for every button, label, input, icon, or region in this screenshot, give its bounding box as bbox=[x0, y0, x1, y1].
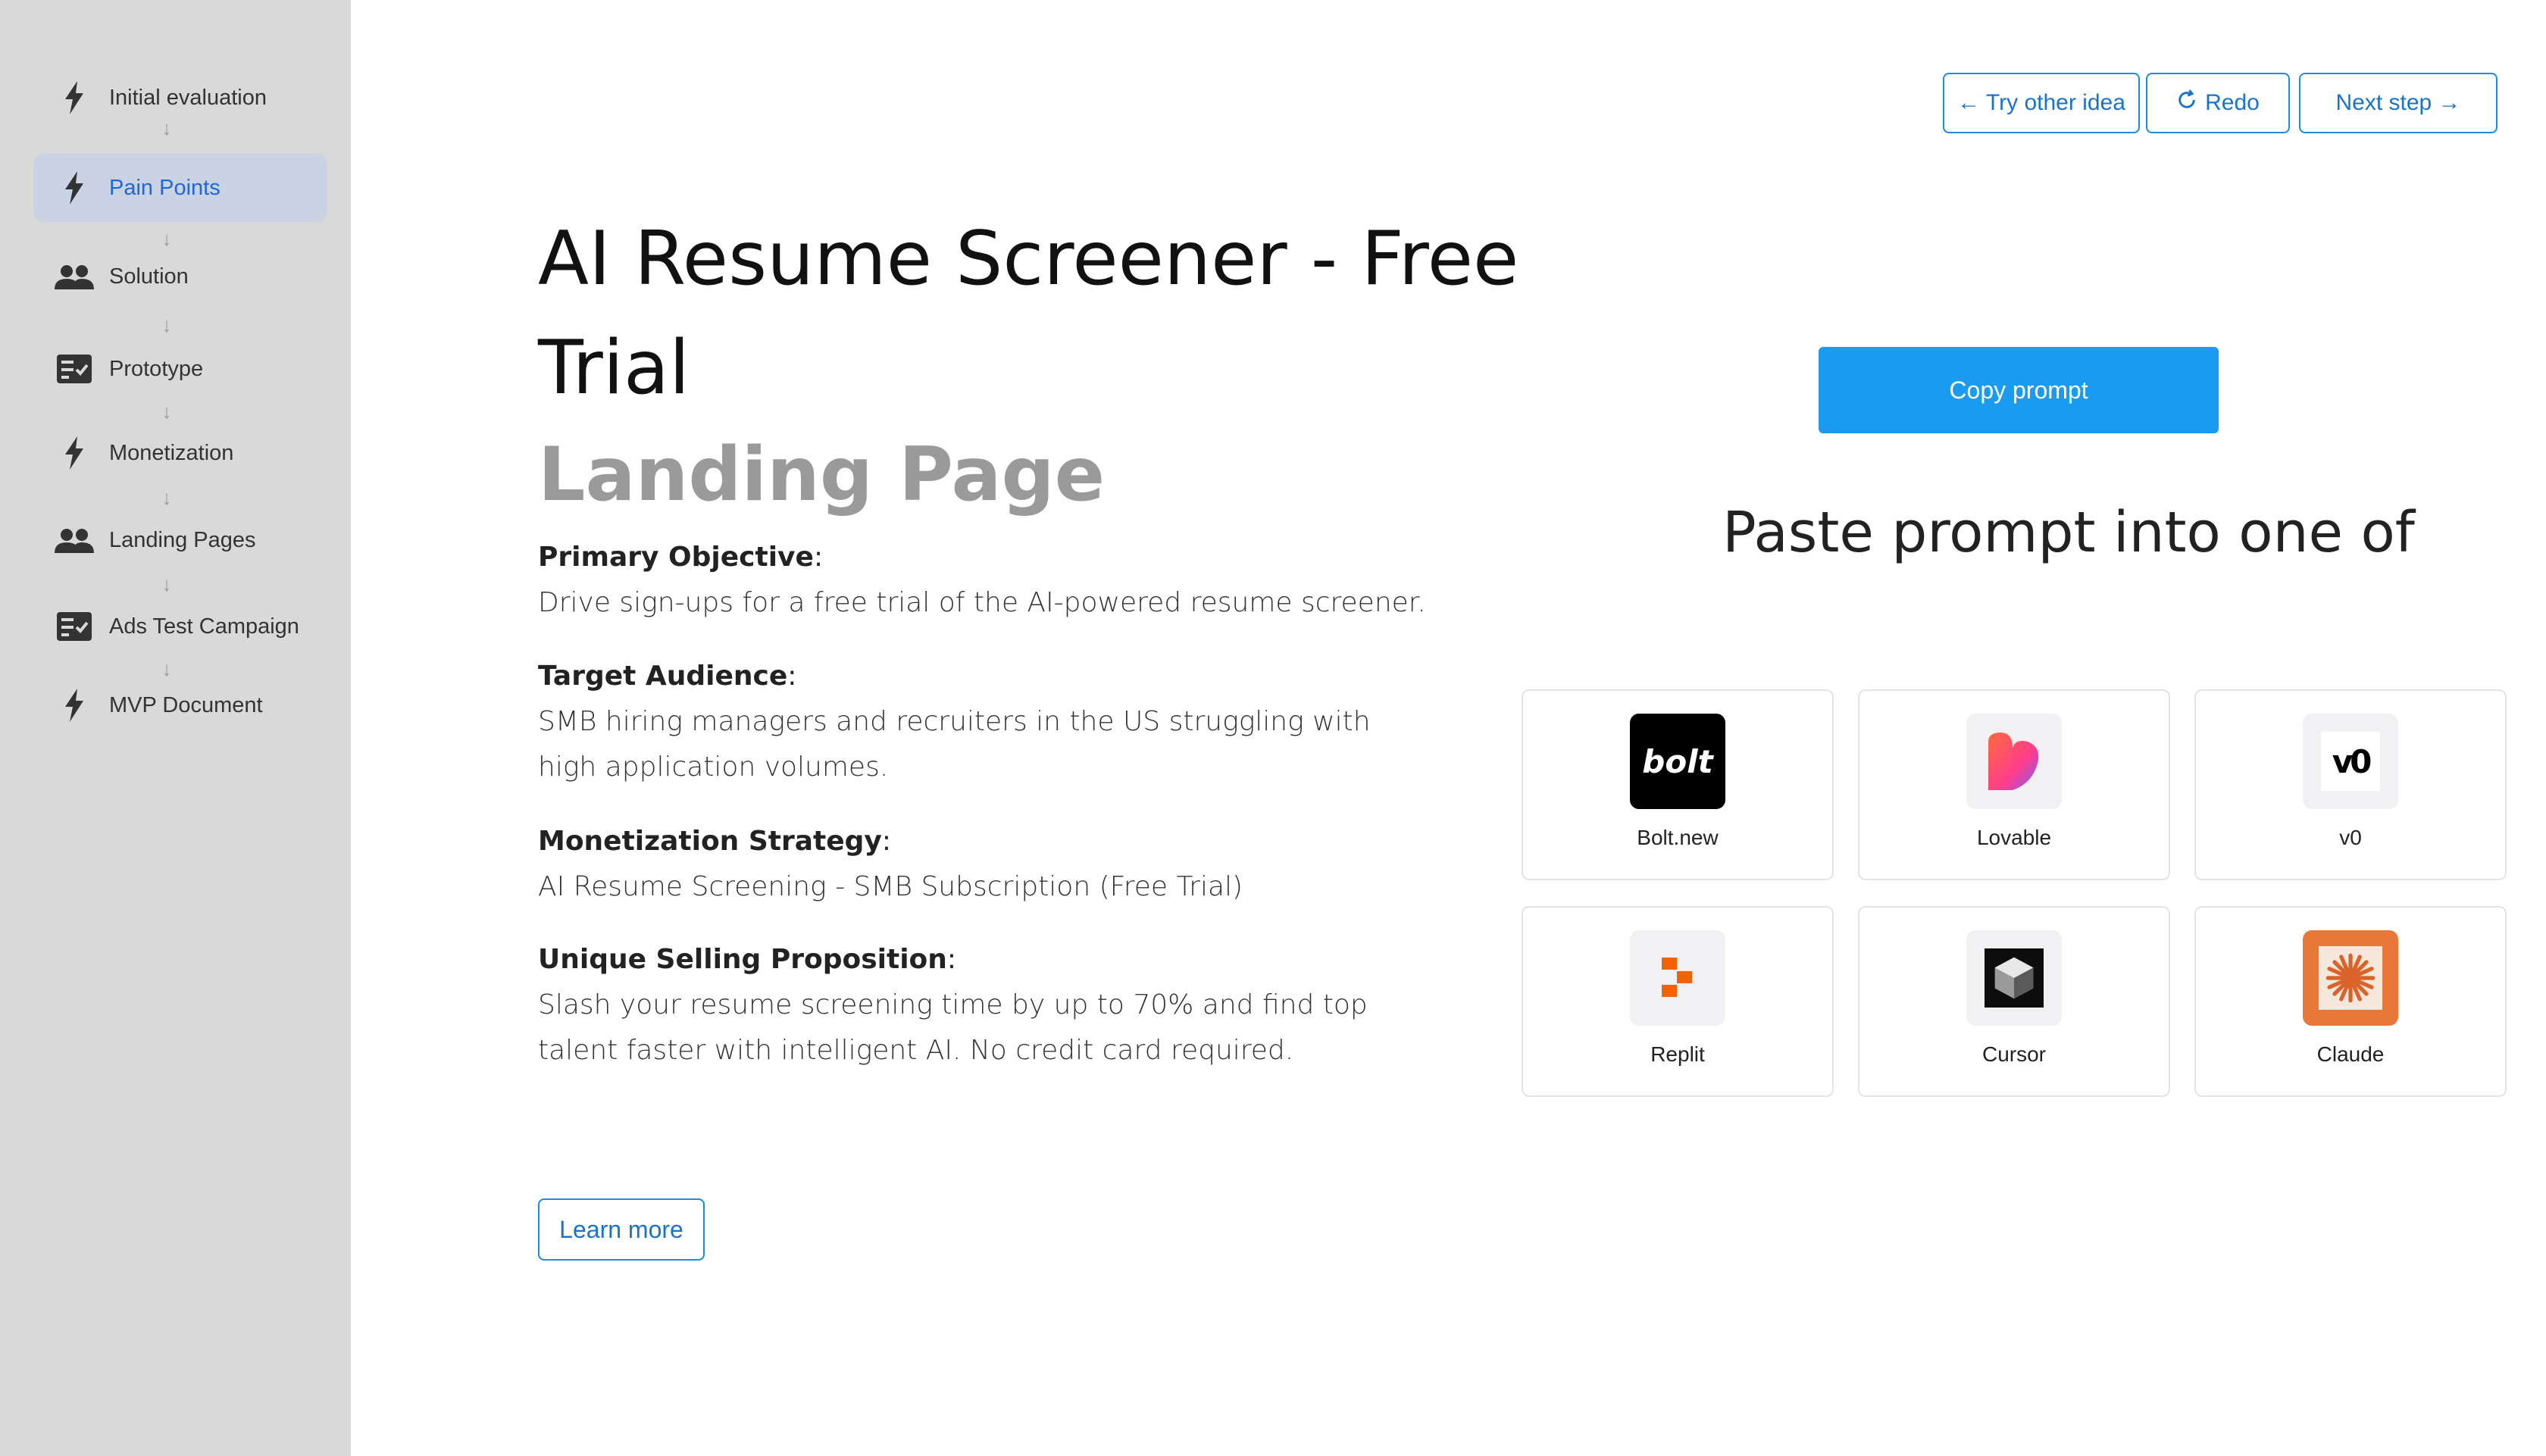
refresh-icon bbox=[2176, 89, 2197, 117]
section-heading: Monetization Strategy: bbox=[538, 819, 1447, 864]
sidebar-item-label: Monetization bbox=[109, 440, 234, 465]
next-step-label: Next step → bbox=[2335, 90, 2461, 115]
section-body: AI Resume Screening - SMB Subscription (… bbox=[538, 871, 1243, 902]
lovable-heart-icon bbox=[1966, 714, 2062, 809]
flow-arrow: ↓ bbox=[161, 117, 172, 139]
v0-logo-plate: v0 bbox=[2321, 732, 2380, 791]
tool-card-replit[interactable]: Replit bbox=[1522, 906, 1834, 1097]
try-other-idea-label: ← Try other idea bbox=[1957, 90, 2125, 115]
colon: : bbox=[881, 826, 892, 857]
checklist-icon bbox=[53, 348, 95, 390]
colon: : bbox=[946, 944, 957, 975]
section-body: SMB hiring managers and recruiters in th… bbox=[538, 706, 1371, 783]
app-root: Initial evaluation ↓ Pain Points ↓ Solut… bbox=[0, 0, 2546, 1456]
tool-card-lovable[interactable]: Lovable bbox=[1858, 689, 2170, 880]
bolt-icon bbox=[53, 684, 95, 726]
sidebar: Initial evaluation ↓ Pain Points ↓ Solut… bbox=[0, 0, 351, 1456]
monetization-strategy-section: Monetization Strategy: AI Resume Screeni… bbox=[538, 819, 1447, 910]
unique-selling-proposition-section: Unique Selling Proposition: Slash your r… bbox=[538, 937, 1402, 1073]
claude-logo-plate bbox=[2319, 946, 2382, 1010]
bolt-icon bbox=[53, 167, 95, 209]
cursor-logo-icon bbox=[1966, 930, 2062, 1026]
primary-objective-section: Primary Objective: Drive sign-ups for a … bbox=[538, 535, 1447, 626]
sidebar-item-solution[interactable]: Solution bbox=[33, 242, 327, 311]
sidebar-item-initial-evaluation[interactable]: Initial evaluation bbox=[33, 64, 327, 132]
colon: : bbox=[813, 542, 824, 573]
sidebar-item-pain-points[interactable]: Pain Points bbox=[33, 154, 327, 222]
sidebar-item-label: Pain Points bbox=[109, 175, 221, 200]
section-heading: Unique Selling Proposition: bbox=[538, 937, 1402, 983]
tool-card-v0[interactable]: v0 v0 bbox=[2194, 689, 2507, 880]
learn-more-button[interactable]: Learn more bbox=[538, 1198, 705, 1261]
section-heading-text: Unique Selling Proposition bbox=[538, 944, 947, 975]
tool-name: Lovable bbox=[1976, 826, 2052, 849]
tool-name: Claude bbox=[2316, 1042, 2385, 1066]
v0-logo-icon: v0 bbox=[2303, 714, 2398, 809]
section-heading: Primary Objective: bbox=[538, 535, 1447, 580]
bolt-icon bbox=[53, 432, 95, 474]
section-body: Drive sign-ups for a free trial of the A… bbox=[538, 587, 1426, 618]
redo-button[interactable]: Redo bbox=[2146, 73, 2290, 133]
page-subtitle: Landing Page bbox=[538, 432, 1106, 518]
claude-logo-icon bbox=[2303, 930, 2398, 1026]
sidebar-item-label: Ads Test Campaign bbox=[109, 614, 299, 639]
tool-name: Replit bbox=[1650, 1042, 1705, 1066]
section-heading: Target Audience: bbox=[538, 654, 1402, 699]
sidebar-item-label: MVP Document bbox=[109, 692, 263, 717]
bolt-icon bbox=[53, 77, 95, 119]
sidebar-item-mvp-document[interactable]: MVP Document bbox=[33, 671, 327, 739]
try-other-idea-button[interactable]: ← Try other idea bbox=[1943, 73, 2140, 133]
sidebar-item-label: Prototype bbox=[109, 356, 204, 381]
tool-name: v0 bbox=[2339, 826, 2362, 849]
tool-card-cursor[interactable]: Cursor bbox=[1858, 906, 2170, 1097]
sidebar-item-label: Initial evaluation bbox=[109, 85, 267, 110]
page-title: AI Resume Screener - Free Trial bbox=[538, 216, 1519, 411]
sidebar-item-label: Landing Pages bbox=[109, 527, 256, 552]
section-heading-text: Monetization Strategy bbox=[538, 826, 882, 857]
tool-name: Cursor bbox=[1981, 1042, 2046, 1066]
bolt-logo-icon: bolt bbox=[1630, 714, 1725, 809]
replit-logo-icon bbox=[1630, 930, 1725, 1026]
tool-name: Bolt.new bbox=[1637, 826, 1719, 849]
sidebar-item-monetization[interactable]: Monetization bbox=[33, 419, 327, 487]
sidebar-item-ads-test-campaign[interactable]: Ads Test Campaign bbox=[33, 592, 327, 661]
next-step-button[interactable]: Next step → bbox=[2299, 73, 2498, 133]
colon: : bbox=[787, 661, 797, 692]
tool-card-claude[interactable]: Claude bbox=[2194, 906, 2507, 1097]
target-audience-section: Target Audience: SMB hiring managers and… bbox=[538, 654, 1402, 790]
sidebar-item-landing-pages[interactable]: Landing Pages bbox=[33, 506, 327, 574]
section-body: Slash your resume screening time by up t… bbox=[538, 989, 1368, 1066]
section-heading-text: Primary Objective bbox=[538, 542, 814, 573]
redo-label: Redo bbox=[2205, 90, 2260, 115]
flow-arrow: ↓ bbox=[161, 314, 172, 336]
section-heading-text: Target Audience bbox=[538, 661, 788, 692]
v0-logo-text: v0 bbox=[2332, 742, 2372, 780]
sidebar-item-prototype[interactable]: Prototype bbox=[33, 335, 327, 403]
people-icon bbox=[53, 255, 95, 298]
checklist-icon bbox=[53, 605, 95, 648]
sidebar-item-label: Solution bbox=[109, 264, 189, 289]
bolt-logo-text: bolt bbox=[1642, 742, 1713, 780]
people-icon bbox=[53, 519, 95, 561]
paste-prompt-heading: Paste prompt into one of bbox=[1722, 500, 2415, 565]
copy-prompt-button[interactable]: Copy prompt bbox=[1819, 347, 2219, 433]
tool-card-bolt[interactable]: bolt Bolt.new bbox=[1522, 689, 1834, 880]
